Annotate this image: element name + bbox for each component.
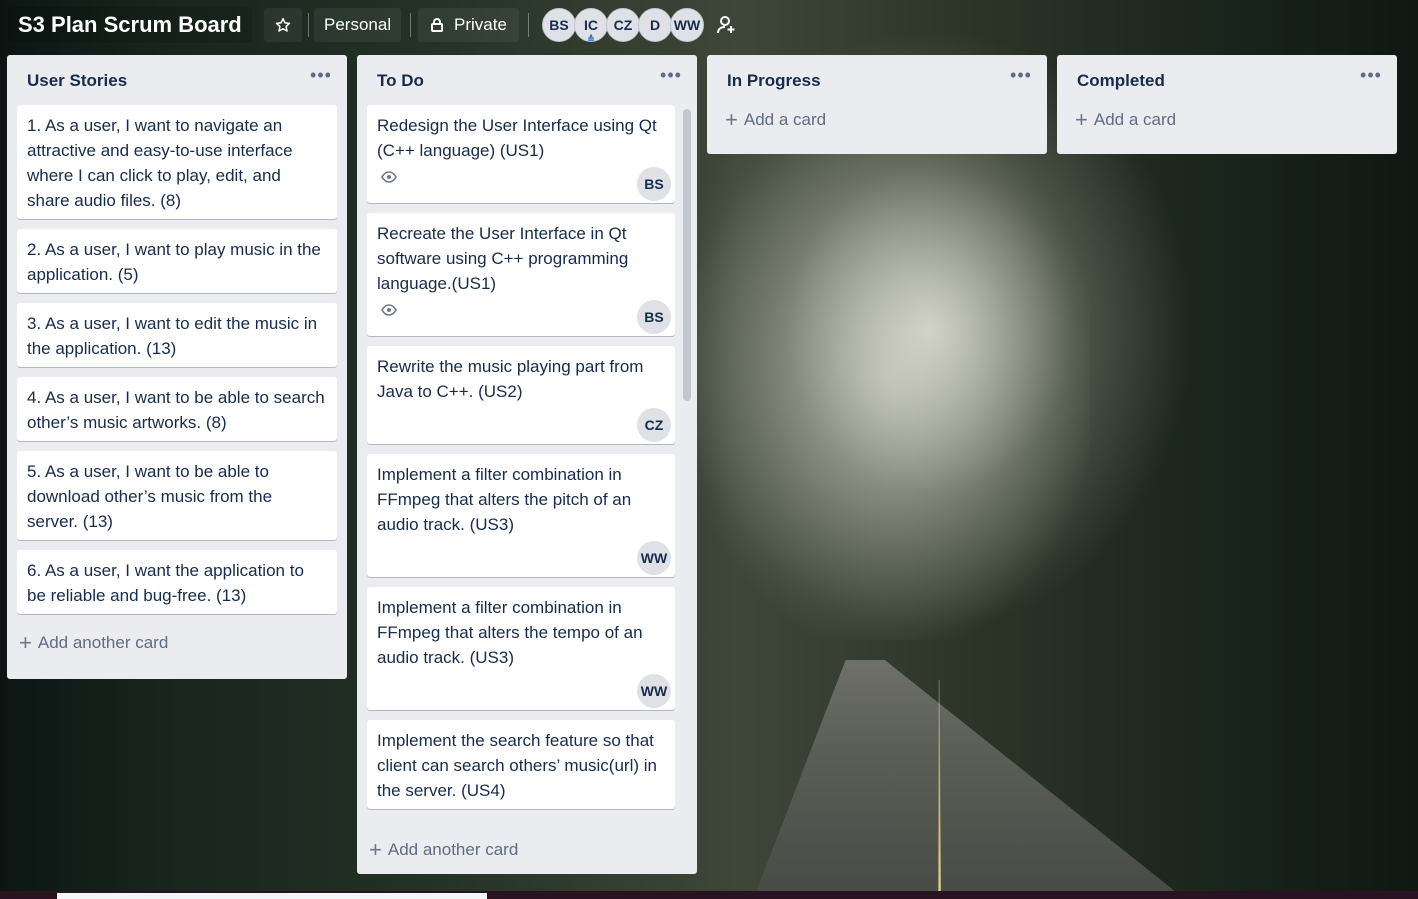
card-title: Implement a filter combination in FFmpeg… bbox=[377, 598, 643, 667]
card[interactable]: 6. As a user, I want the application to … bbox=[17, 550, 337, 614]
eye-icon bbox=[381, 304, 397, 316]
list-title[interactable]: In Progress bbox=[727, 71, 821, 91]
board-header: S3 Plan Scrum Board Personal Private BS … bbox=[0, 0, 780, 50]
member-avatar[interactable]: BS bbox=[542, 8, 576, 42]
board-title[interactable]: S3 Plan Scrum Board bbox=[8, 7, 252, 43]
plus-icon: + bbox=[369, 837, 382, 862]
card-badges: BS bbox=[377, 296, 671, 334]
member-avatar[interactable]: WW bbox=[670, 8, 704, 42]
add-card-button[interactable]: + Add another card bbox=[7, 624, 347, 662]
card-title: Redesign the User Interface using Qt (C+… bbox=[377, 116, 657, 160]
list-in-progress: In Progress ••• + Add a card bbox=[707, 55, 1047, 154]
eye-icon bbox=[381, 171, 397, 183]
admin-chevron-icon: ≙ bbox=[587, 34, 595, 44]
list-menu-icon[interactable]: ••• bbox=[659, 66, 683, 89]
card[interactable]: Implement the search feature so that cli… bbox=[367, 720, 675, 809]
card[interactable]: 4. As a user, I want to be able to searc… bbox=[17, 377, 337, 441]
card-member-avatar[interactable]: BS bbox=[637, 300, 671, 334]
card-title: Implement a filter combination in FFmpeg… bbox=[377, 465, 632, 534]
header-divider bbox=[528, 13, 529, 37]
list-completed: Completed ••• + Add a card bbox=[1057, 55, 1397, 154]
card-badges: WW bbox=[377, 537, 671, 575]
list-title[interactable]: User Stories bbox=[27, 71, 127, 91]
add-card-button[interactable]: + Add a card bbox=[707, 101, 1047, 139]
board-members: BS IC ≙ CZ D WW bbox=[542, 8, 744, 44]
background-road bbox=[756, 660, 1176, 892]
card-member-avatar[interactable]: BS bbox=[637, 167, 671, 201]
card[interactable]: Implement a filter combination in FFmpeg… bbox=[367, 454, 675, 577]
card[interactable]: Recreate the User Interface in Qt softwa… bbox=[367, 213, 675, 336]
card-badges: CZ bbox=[377, 404, 671, 442]
list-menu-icon[interactable]: ••• bbox=[309, 66, 333, 89]
card[interactable]: Implement a filter combination in FFmpeg… bbox=[367, 587, 675, 710]
card[interactable]: 5. As a user, I want to be able to downl… bbox=[17, 451, 337, 540]
card-badges: WW bbox=[377, 670, 671, 708]
card-title: Recreate the User Interface in Qt softwa… bbox=[377, 224, 629, 293]
list-header: To Do ••• bbox=[357, 55, 697, 105]
visibility-label: Private bbox=[454, 15, 507, 34]
team-button[interactable]: Personal bbox=[314, 8, 402, 42]
plus-icon: + bbox=[1075, 107, 1088, 132]
horizontal-scroll-thumb[interactable] bbox=[57, 893, 487, 899]
list-user-stories: User Stories ••• 1. As a user, I want to… bbox=[7, 55, 347, 679]
background-fog bbox=[690, 120, 1090, 640]
member-avatar-admin[interactable]: IC ≙ bbox=[574, 8, 608, 44]
card-member-avatar[interactable]: WW bbox=[637, 674, 671, 708]
list-menu-icon[interactable]: ••• bbox=[1009, 66, 1033, 89]
list-title[interactable]: Completed bbox=[1077, 71, 1165, 91]
list-header: User Stories ••• bbox=[7, 55, 347, 105]
card-member-avatar[interactable]: CZ bbox=[637, 408, 671, 442]
header-divider bbox=[410, 13, 411, 37]
plus-icon: + bbox=[19, 630, 32, 655]
list-todo: To Do ••• Redesign the User Interface us… bbox=[357, 55, 697, 874]
plus-icon: + bbox=[725, 107, 738, 132]
star-button[interactable] bbox=[264, 8, 302, 42]
list-menu-icon[interactable]: ••• bbox=[1359, 66, 1383, 89]
list-scrollbar[interactable] bbox=[683, 109, 691, 823]
card-scroll-area[interactable]: Redesign the User Interface using Qt (C+… bbox=[357, 105, 697, 827]
card[interactable]: Redesign the User Interface using Qt (C+… bbox=[367, 105, 675, 203]
card[interactable]: 1. As a user, I want to navigate an attr… bbox=[17, 105, 337, 219]
lock-icon bbox=[431, 18, 443, 32]
list-title[interactable]: To Do bbox=[377, 71, 424, 91]
card[interactable]: 2. As a user, I want to play music in th… bbox=[17, 229, 337, 293]
add-card-label: Add another card bbox=[37, 633, 169, 652]
member-avatar[interactable]: D bbox=[638, 8, 672, 42]
add-card-label: Add another card bbox=[387, 840, 519, 859]
star-icon bbox=[275, 17, 291, 32]
list-header: Completed ••• bbox=[1057, 55, 1397, 105]
add-person-icon bbox=[717, 16, 735, 34]
card[interactable]: Rewrite the music playing part from Java… bbox=[367, 346, 675, 444]
add-card-label: Add a card bbox=[743, 110, 827, 129]
list-header: In Progress ••• bbox=[707, 55, 1047, 105]
card-member-avatar[interactable]: WW bbox=[637, 541, 671, 575]
header-divider bbox=[308, 13, 309, 37]
add-card-button[interactable]: + Add a card bbox=[1057, 101, 1397, 139]
card-title: Rewrite the music playing part from Java… bbox=[377, 357, 644, 401]
add-card-label: Add a card bbox=[1093, 110, 1177, 129]
member-initials: IC bbox=[584, 17, 598, 33]
card-badges: BS bbox=[377, 163, 671, 201]
card-title: Implement the search feature so that cli… bbox=[377, 731, 657, 800]
list-scrollbar-thumb[interactable] bbox=[683, 109, 691, 401]
visibility-button[interactable]: Private bbox=[418, 8, 519, 42]
invite-member-button[interactable] bbox=[710, 8, 744, 42]
add-card-button[interactable]: + Add another card bbox=[357, 831, 518, 869]
card[interactable]: 3. As a user, I want to edit the music i… bbox=[17, 303, 337, 367]
member-avatar[interactable]: CZ bbox=[606, 8, 640, 42]
